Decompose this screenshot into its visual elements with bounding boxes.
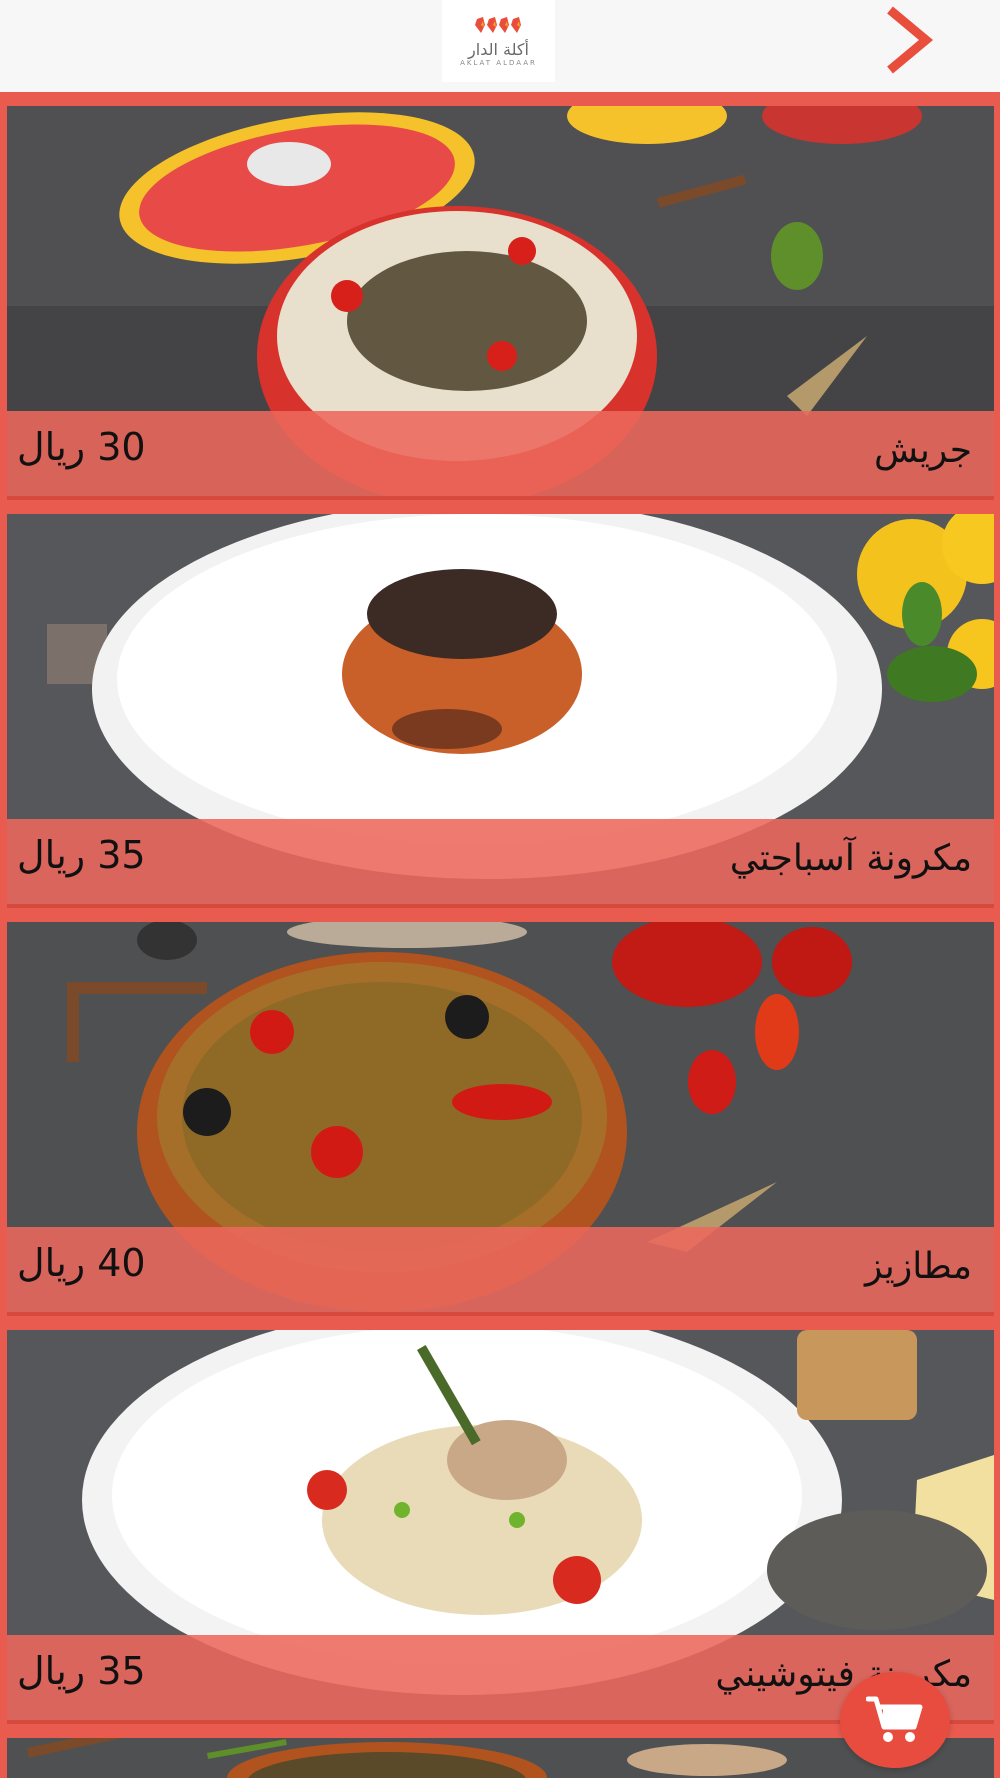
item-caption: جريش 30 ريال <box>7 411 994 496</box>
menu-item[interactable]: جريش 30 ريال <box>0 106 1000 514</box>
dish-photo <box>7 1738 994 1778</box>
header-accent-bar <box>0 92 1000 106</box>
logo-english-text: AKLAT ALDAAR <box>460 59 537 67</box>
shopping-cart-icon <box>866 1696 923 1742</box>
menu-item[interactable]: مطازيز 40 ريال <box>0 922 1000 1330</box>
item-name: مكرونة آسباجتي <box>729 838 972 879</box>
caption-divider <box>7 1312 994 1316</box>
item-price: 40 ريال <box>17 1241 146 1285</box>
logo-arabic-text: أكلة الدار <box>468 40 529 59</box>
menu-page: أكلة الدار AKLAT ALDAAR جريش 30 ريال مكر… <box>0 0 1000 1778</box>
item-caption: مطازيز 40 ريال <box>7 1227 994 1312</box>
back-button[interactable] <box>876 0 940 80</box>
caption-divider <box>7 904 994 908</box>
logo-flame-icon <box>474 17 521 33</box>
app-header: أكلة الدار AKLAT ALDAAR <box>0 0 1000 92</box>
item-name: جريش <box>873 430 972 471</box>
item-caption: مكرونة آسباجتي 35 ريال <box>7 819 994 904</box>
chevron-right-icon <box>887 6 934 74</box>
item-price: 35 ريال <box>17 833 146 877</box>
cart-button[interactable] <box>840 1672 950 1768</box>
menu-item[interactable]: مكرونة آسباجتي 35 ريال <box>0 514 1000 922</box>
item-name: مطازيز <box>864 1246 972 1287</box>
caption-divider <box>7 496 994 500</box>
restaurant-logo: أكلة الدار AKLAT ALDAAR <box>442 0 555 82</box>
item-price: 30 ريال <box>17 425 146 469</box>
item-price: 35 ريال <box>17 1649 146 1693</box>
menu-item[interactable]: مكرونة فيتوشيني 35 ريال <box>0 1330 1000 1738</box>
